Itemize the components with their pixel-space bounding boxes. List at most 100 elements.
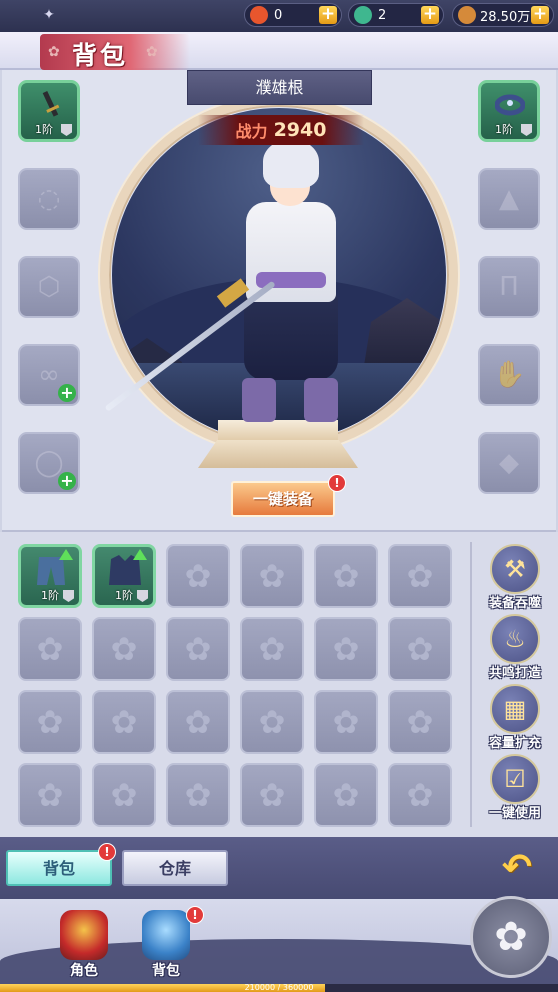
bag-slot-empty[interactable]: ✿ xyxy=(166,544,230,608)
flower-icon: ✿ xyxy=(36,630,64,668)
bag-slot-empty[interactable]: ✿ xyxy=(314,763,378,827)
flower-icon: ✿ xyxy=(258,776,286,814)
add-currency-button[interactable]: + xyxy=(319,6,337,24)
power-value: 2940 xyxy=(273,119,327,141)
bag-slot-empty[interactable]: ✿ xyxy=(240,763,304,827)
flower-icon: ✿ xyxy=(332,630,360,668)
currency-value: 28.50万 xyxy=(480,9,531,25)
back-arrow-icon[interactable]: ↶ xyxy=(494,850,540,886)
flower-icon: ✿ xyxy=(406,557,434,595)
bag-slot-empty[interactable]: ✿ xyxy=(92,690,156,754)
bag-slot-empty[interactable]: ✿ xyxy=(92,617,156,681)
power-label: 战力 xyxy=(235,122,268,141)
tier-label: 1阶 xyxy=(495,123,513,136)
bag-slot-empty[interactable]: ✿ xyxy=(166,690,230,754)
devour-icon: ⚒ xyxy=(490,544,540,594)
combat-power: 战力 2940 xyxy=(198,115,364,145)
katana-icon xyxy=(42,90,60,117)
headband-icon xyxy=(495,94,525,116)
equip-slot-pants[interactable]: Π xyxy=(478,256,540,318)
equip-slot-robe[interactable]: ▲ xyxy=(478,168,540,230)
flower-icon: ✿ xyxy=(110,776,138,814)
bag-slot-empty[interactable]: ✿ xyxy=(18,690,82,754)
alert-badge: ! xyxy=(328,474,346,492)
equip-slot-necklace[interactable]: ◌ xyxy=(18,168,80,230)
flower-icon: ✿ xyxy=(332,776,360,814)
equip-devour-button[interactable]: ⚒ 装备吞噬 xyxy=(484,544,546,614)
jade-icon xyxy=(354,6,372,24)
bag-slot-empty[interactable]: ✿ xyxy=(166,617,230,681)
bag-item-coat[interactable]: 1阶 xyxy=(92,544,156,608)
flower-icon: ✿ xyxy=(184,703,212,741)
equip-slot-weapon[interactable]: 1阶 xyxy=(18,80,80,142)
pants-icon: Π xyxy=(499,272,519,302)
pedestal-base xyxy=(198,440,358,468)
flower-icon: ✿ xyxy=(258,557,286,595)
xp-text: 210000 / 360000 xyxy=(244,983,314,992)
equip-slot-helmet[interactable]: 1阶 xyxy=(478,80,540,142)
character-model[interactable] xyxy=(230,140,350,430)
bag-slot-empty[interactable]: ✿ xyxy=(388,544,452,608)
expand-capacity-button[interactable]: ▦ 容量扩充 xyxy=(484,684,546,754)
bag-slot-empty[interactable]: ✿ xyxy=(92,763,156,827)
bag-slot-empty[interactable]: ✿ xyxy=(314,690,378,754)
flower-icon: ✿ xyxy=(110,703,138,741)
shield-badge-icon xyxy=(521,124,532,136)
equip-slot-gloves[interactable]: ✋ xyxy=(478,344,540,406)
tab-warehouse[interactable]: 仓库 xyxy=(122,850,228,886)
bag-item-pants[interactable]: 1阶 xyxy=(18,544,82,608)
resonance-forge-button[interactable]: ♨ 共鸣打造 xyxy=(484,614,546,684)
bag-slot-empty[interactable]: ✿ xyxy=(240,544,304,608)
character-name: 濮雄根 xyxy=(187,70,372,105)
page-title: 背包 xyxy=(72,41,129,70)
upgrade-arrow-icon xyxy=(133,549,147,560)
nav-character[interactable]: 角色 xyxy=(52,906,116,986)
bag-slot-empty[interactable]: ✿ xyxy=(314,617,378,681)
expand-icon: ▦ xyxy=(490,684,540,734)
equip-slot-ring[interactable]: ◯ + xyxy=(18,432,80,494)
bag-slot-empty[interactable]: ✿ xyxy=(388,617,452,681)
divider xyxy=(470,542,472,827)
currency-coin: 28.50万 + xyxy=(452,3,554,27)
equip-slot-bracelet[interactable]: ∞ + xyxy=(18,344,80,406)
bag-slot-empty[interactable]: ✿ xyxy=(388,690,452,754)
flower-icon: ✿ xyxy=(110,630,138,668)
bag-slot-empty[interactable]: ✿ xyxy=(314,544,378,608)
equip-slot-amulet[interactable]: ⬡ xyxy=(18,256,80,318)
bag-slot-empty[interactable]: ✿ xyxy=(166,763,230,827)
flower-icon: ✿ xyxy=(184,776,212,814)
upgrade-arrow-icon xyxy=(59,549,73,560)
menu-flower-icon[interactable]: ✿ xyxy=(470,896,552,978)
action-label: 一键使用 xyxy=(488,806,541,821)
flower-icon: ✿ xyxy=(184,557,212,595)
action-label: 共鸣打造 xyxy=(488,666,541,681)
flower-icon: ✿ xyxy=(146,44,158,60)
ingot-icon xyxy=(250,6,268,24)
character-icon xyxy=(60,910,108,960)
currency-value: 0 xyxy=(274,7,283,23)
shield-badge-icon xyxy=(63,590,74,602)
equip-all-button[interactable]: 一键装备 xyxy=(231,481,335,517)
equip-slot-shoes[interactable]: ◆ xyxy=(478,432,540,494)
top-bar: ✦ 0 + 2 + 28.50万 + xyxy=(0,0,558,32)
currency-value: 2 xyxy=(378,7,387,23)
flower-icon: ✿ xyxy=(406,776,434,814)
flower-icon: ✿ xyxy=(258,630,286,668)
bag-slot-empty[interactable]: ✿ xyxy=(240,617,304,681)
currency-jade: 2 + xyxy=(348,3,444,27)
nav-label: 角色 xyxy=(70,963,98,979)
flower-icon: ✿ xyxy=(258,703,286,741)
flower-icon: ✿ xyxy=(406,630,434,668)
tier-label: 1阶 xyxy=(35,123,53,136)
use-all-button[interactable]: ☑ 一键使用 xyxy=(484,754,546,824)
robe-icon: ▲ xyxy=(499,184,519,214)
add-currency-button[interactable]: + xyxy=(421,6,439,24)
butterfly-icon: ✦ xyxy=(43,7,55,23)
bag-slot-empty[interactable]: ✿ xyxy=(240,690,304,754)
bag-slot-empty[interactable]: ✿ xyxy=(18,617,82,681)
tab-bag[interactable]: 背包 xyxy=(6,850,112,886)
amulet-icon: ⬡ xyxy=(37,272,61,302)
bag-slot-empty[interactable]: ✿ xyxy=(18,763,82,827)
bag-slot-empty[interactable]: ✿ xyxy=(388,763,452,827)
add-currency-button[interactable]: + xyxy=(531,6,549,24)
